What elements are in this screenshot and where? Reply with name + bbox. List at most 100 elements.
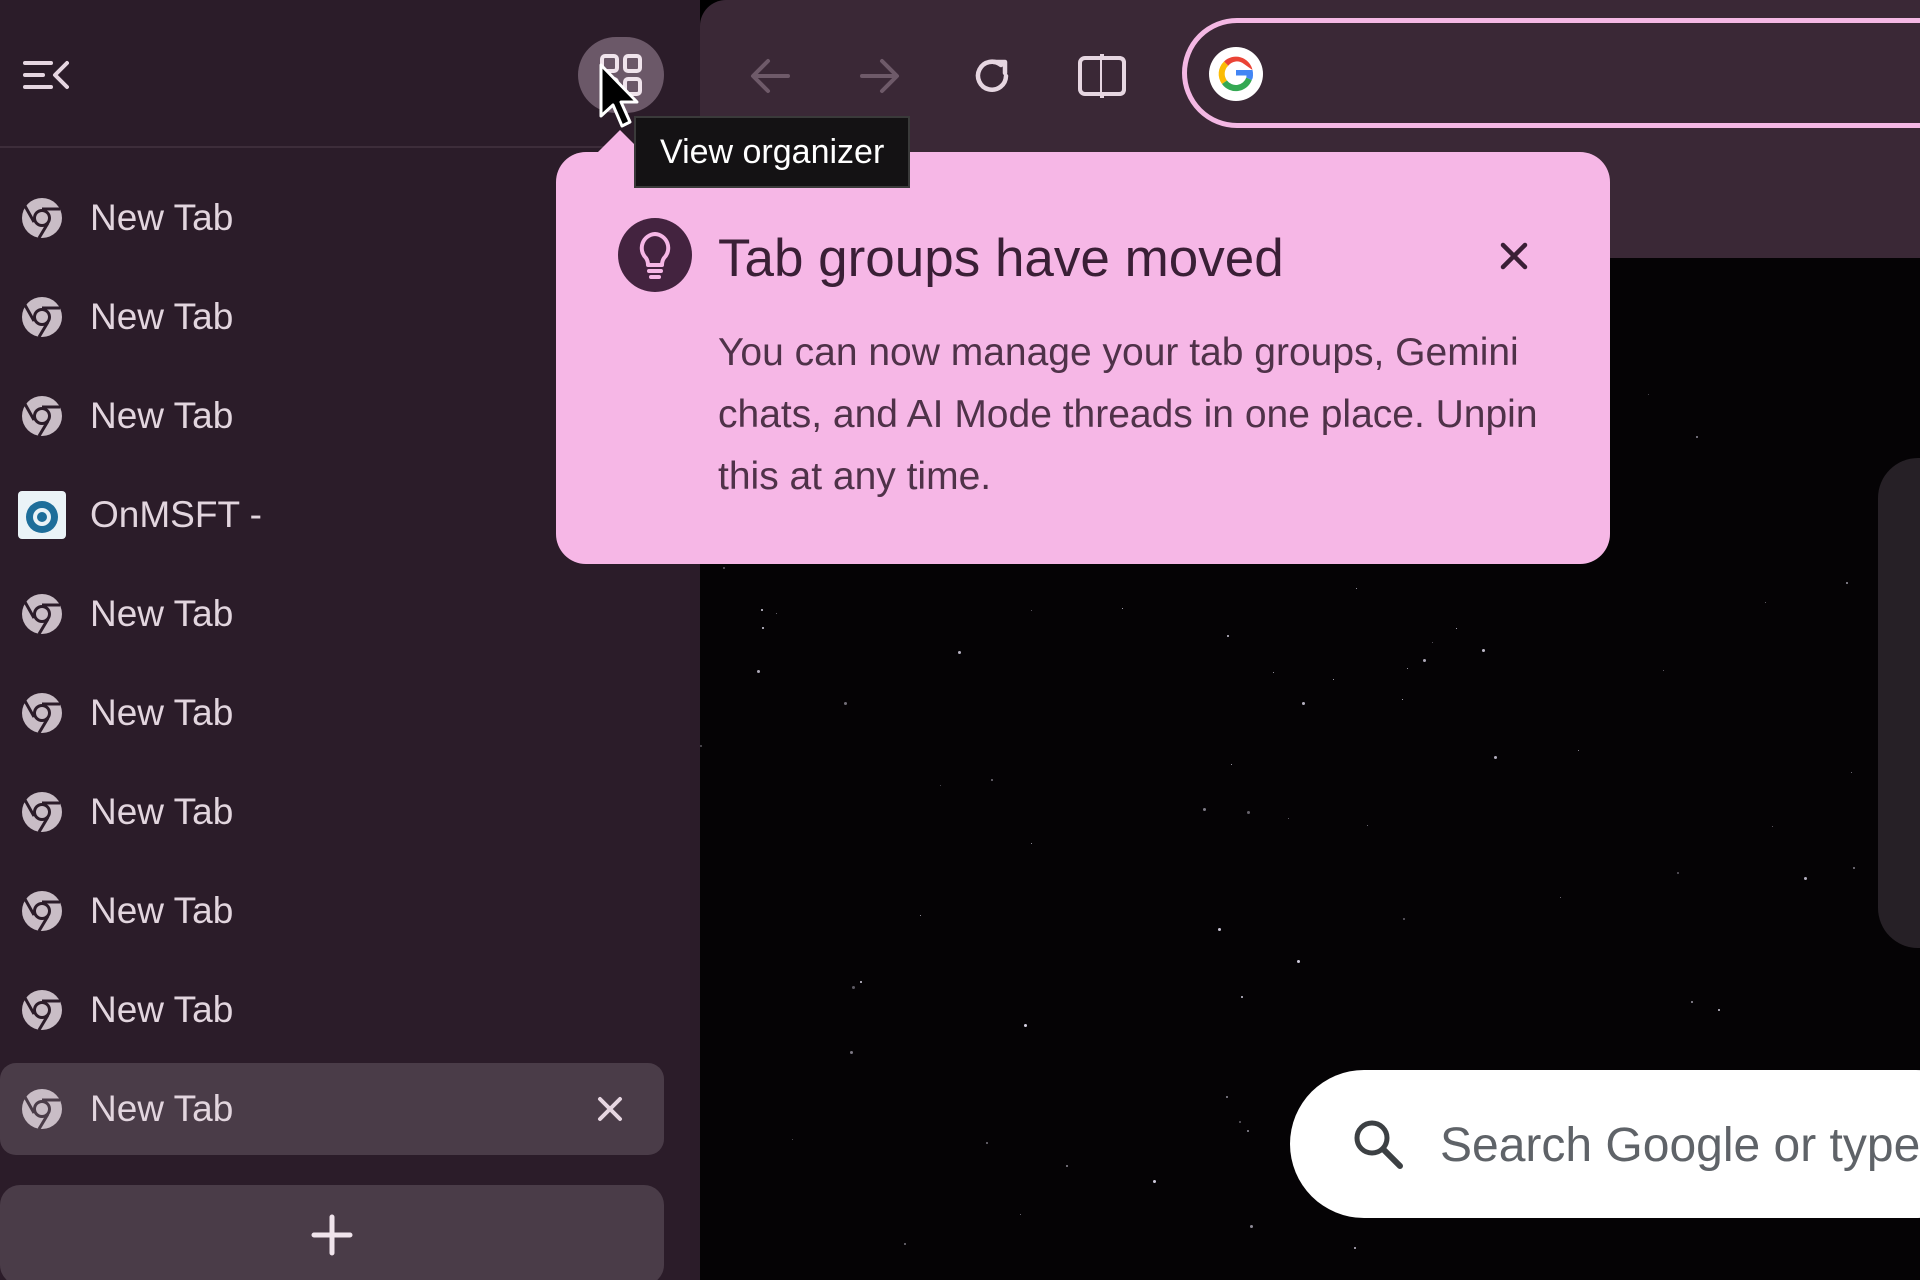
tab-item[interactable]: New Tab (0, 568, 664, 660)
star (1402, 699, 1403, 700)
close-icon (598, 1097, 622, 1121)
star (1031, 610, 1032, 611)
star (904, 1243, 906, 1245)
side-panel-card (1878, 458, 1920, 948)
back-icon (751, 59, 790, 93)
star (1226, 1096, 1228, 1098)
back-button[interactable] (740, 46, 800, 106)
star (1247, 1130, 1249, 1132)
split-view-button[interactable] (1072, 46, 1132, 106)
collapse-sidebar-button[interactable] (14, 50, 76, 100)
star (761, 609, 763, 611)
star (958, 651, 961, 654)
tab-item-active[interactable]: New Tab (0, 1063, 664, 1155)
star (1153, 1180, 1156, 1183)
chrome-icon (18, 293, 66, 341)
tab-item[interactable]: New Tab (0, 766, 664, 858)
tab-label: New Tab (90, 197, 234, 238)
star (1691, 1001, 1693, 1003)
reload-icon (975, 59, 1009, 92)
star (1288, 818, 1289, 819)
star (1403, 918, 1405, 920)
chrome-icon (18, 590, 66, 638)
star (1804, 877, 1807, 880)
split-view-icon (1078, 54, 1126, 98)
tab-label: OnMSFT - (90, 494, 262, 535)
star (1231, 764, 1232, 765)
star (1066, 1165, 1068, 1167)
callout-body: You can now manage your tab groups, Gemi… (718, 331, 1538, 498)
view-organizer-tooltip: View organizer (634, 116, 911, 188)
tab-label: New Tab (90, 395, 234, 436)
ntp-search-box[interactable]: Search Google or type (1290, 1070, 1920, 1218)
star (1239, 1121, 1241, 1123)
tab-label: New Tab (90, 692, 234, 733)
star (850, 1051, 853, 1054)
callout-close-button[interactable] (1486, 228, 1542, 284)
star (1333, 679, 1334, 680)
google-icon (1209, 47, 1263, 101)
grid-icon (600, 54, 642, 96)
new-tab-button[interactable] (0, 1185, 664, 1280)
chrome-icon (18, 1085, 66, 1133)
forward-button[interactable] (850, 46, 910, 106)
star (1851, 772, 1852, 773)
star (940, 785, 941, 786)
reload-button[interactable] (962, 46, 1022, 106)
star (1203, 808, 1206, 811)
star (1297, 960, 1300, 963)
star (1241, 996, 1243, 998)
star (1560, 897, 1561, 898)
menu-collapse-icon (23, 61, 69, 89)
star (1846, 582, 1848, 584)
close-icon (1500, 242, 1528, 270)
tab-label: New Tab (90, 296, 234, 337)
chrome-icon (18, 689, 66, 737)
star (1696, 436, 1698, 438)
star (1765, 602, 1766, 603)
browser-window: New Tab New Tab New Tab OnMSFT - New Tab… (0, 0, 1920, 1280)
chrome-icon (18, 392, 66, 440)
star (1663, 670, 1664, 671)
star (1853, 867, 1855, 869)
address-bar[interactable] (1182, 18, 1920, 128)
chrome-icon (18, 788, 66, 836)
star (1407, 668, 1408, 669)
star (860, 981, 862, 983)
star (1218, 928, 1221, 931)
tab-label: New Tab (90, 989, 234, 1030)
star (1354, 1247, 1356, 1249)
star (792, 1139, 793, 1140)
star (1356, 588, 1357, 589)
star (1020, 1214, 1021, 1215)
star (700, 745, 702, 747)
star (1273, 672, 1274, 673)
tab-item[interactable]: New Tab (0, 964, 664, 1056)
search-icon (1354, 1120, 1403, 1169)
star (1423, 659, 1426, 662)
star (1494, 756, 1497, 759)
star (723, 567, 725, 569)
callout-title: Tab groups have moved (718, 229, 1284, 288)
star (757, 670, 760, 673)
star (1432, 642, 1433, 643)
view-organizer-button[interactable] (578, 37, 664, 113)
onmsft-favicon (18, 491, 66, 539)
star (1031, 843, 1032, 844)
star (1302, 702, 1305, 705)
lightbulb-icon (618, 218, 692, 292)
star (986, 1142, 988, 1144)
star (920, 915, 921, 916)
tab-item[interactable]: New Tab (0, 667, 664, 759)
star (1456, 628, 1457, 629)
star (852, 986, 855, 989)
star (1482, 649, 1485, 652)
forward-icon (860, 59, 899, 93)
star (1677, 872, 1679, 874)
sidebar-header (0, 0, 700, 148)
close-tab-button[interactable] (586, 1085, 634, 1133)
plus-icon (311, 1214, 353, 1256)
tab-groups-moved-callout: Tab groups have moved You can now manage… (556, 130, 1610, 564)
tab-item[interactable]: New Tab (0, 865, 664, 957)
star (776, 613, 777, 614)
